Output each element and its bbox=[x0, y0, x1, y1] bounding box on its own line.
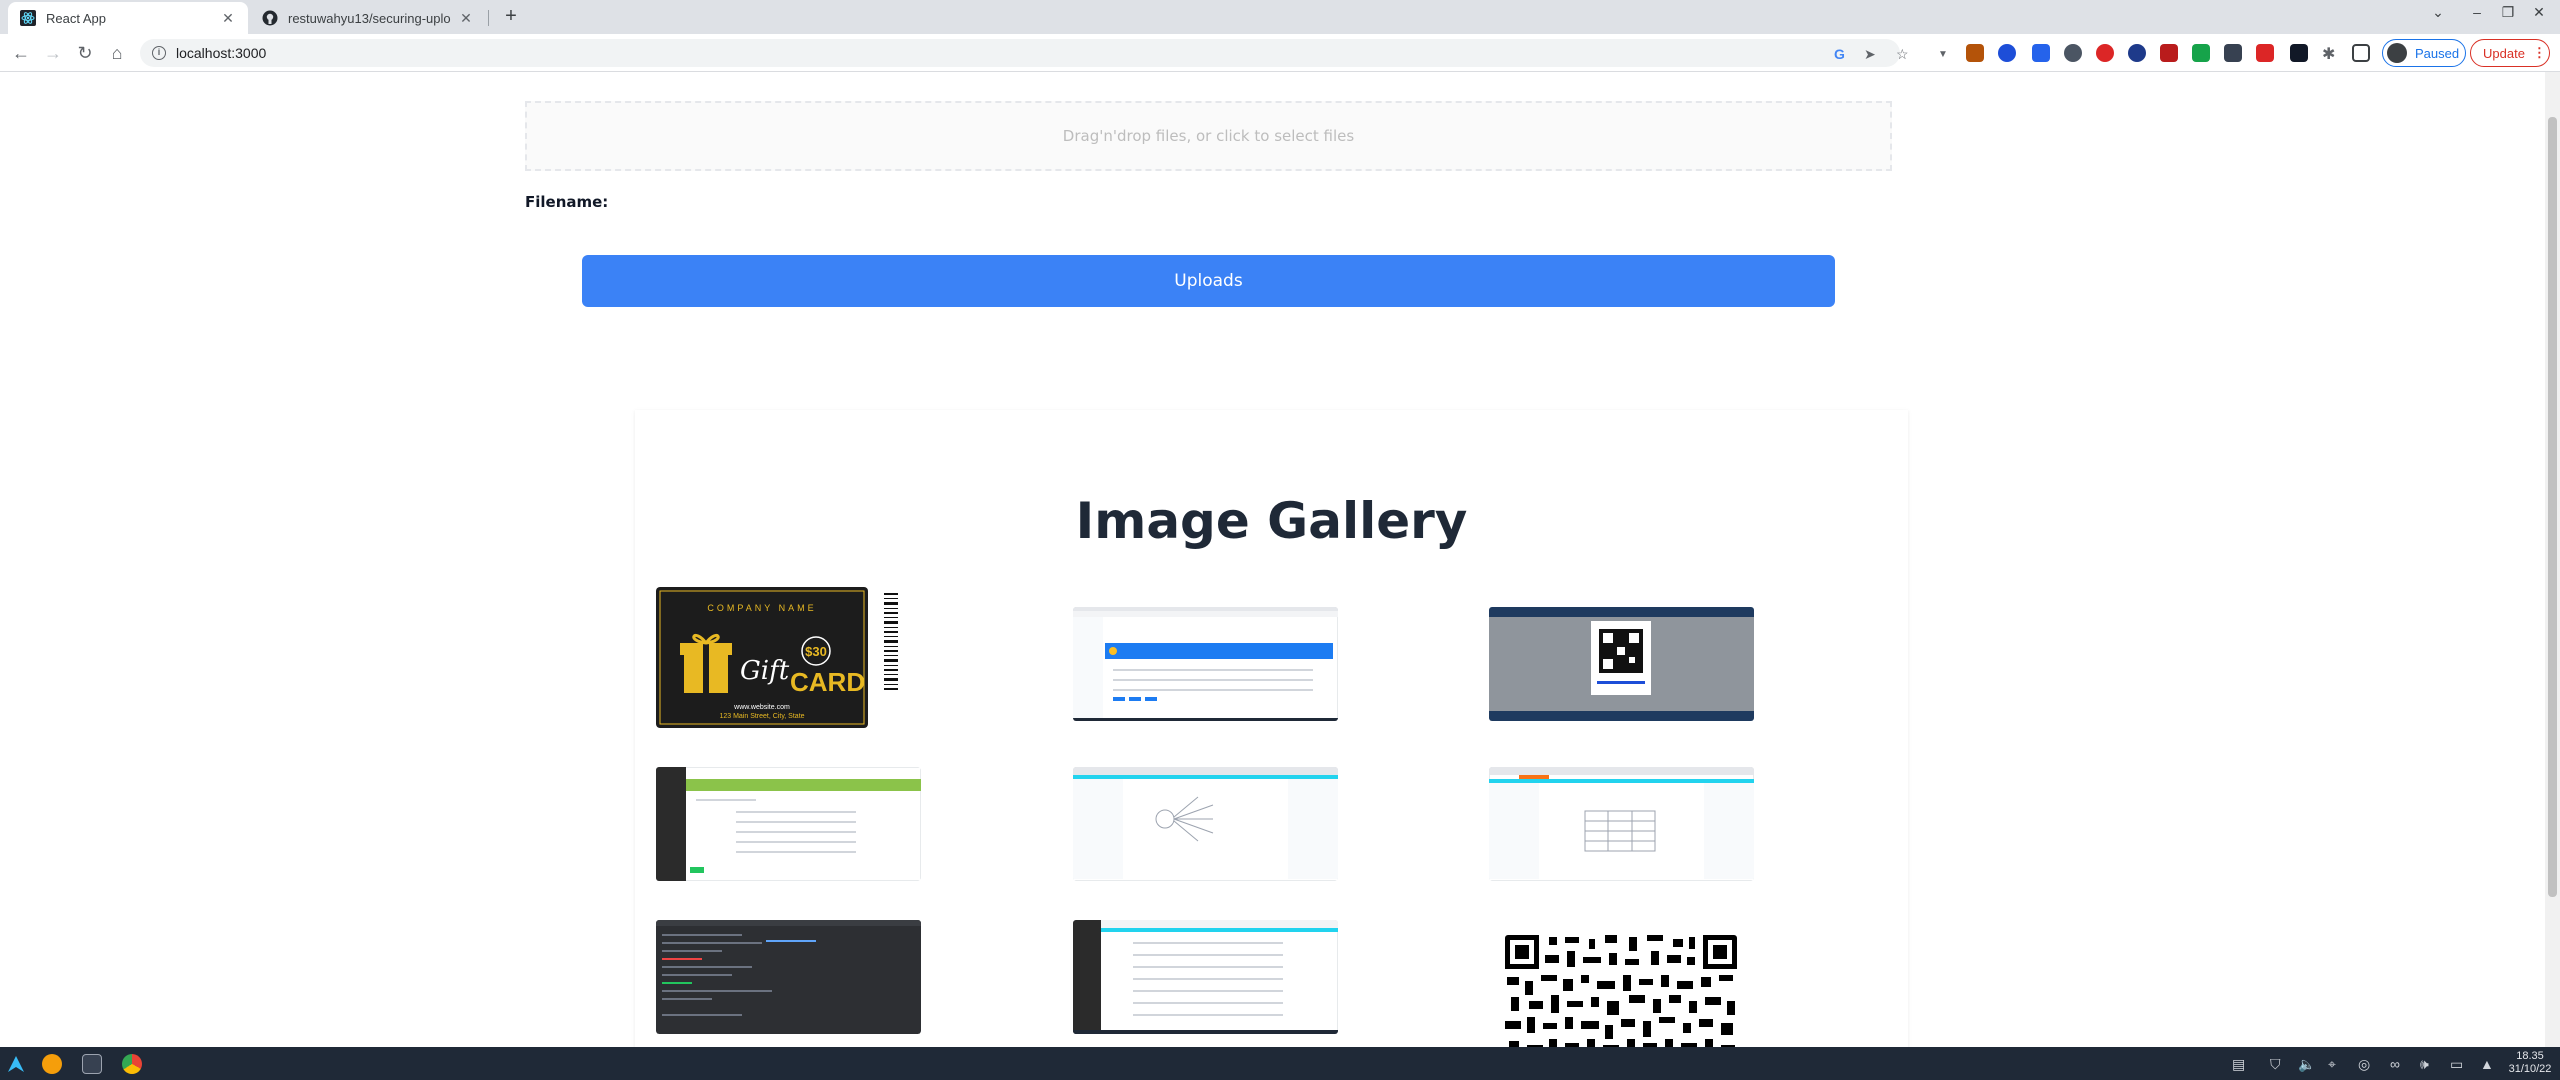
forward-icon[interactable]: → bbox=[40, 40, 66, 66]
scrollbar-thumb[interactable] bbox=[2548, 117, 2557, 897]
clock-time: 18.35 bbox=[2516, 1050, 2544, 1062]
reload-icon[interactable]: ↻ bbox=[72, 40, 98, 66]
location-icon[interactable]: ⌖ bbox=[2328, 1056, 2336, 1073]
close-icon[interactable]: ✕ bbox=[220, 10, 236, 27]
tab-github[interactable]: restuwahyu13/securing-uplo ✕ bbox=[250, 2, 486, 34]
gift-card-website-text: www.website.com bbox=[733, 704, 790, 711]
gallery-image-dashboard-screenshot[interactable] bbox=[1073, 607, 1338, 721]
tray-expand-icon[interactable]: ▲ bbox=[2480, 1056, 2494, 1072]
gift-card-card-text: CARD bbox=[790, 667, 865, 697]
gift-card-amount-text: $30 bbox=[805, 644, 827, 659]
tab-react-app[interactable]: React App ✕ bbox=[8, 2, 248, 34]
extension-icon[interactable] bbox=[1998, 44, 2016, 62]
clipboard-icon[interactable]: ▤ bbox=[2232, 1056, 2245, 1073]
dropdown-icon[interactable]: ▼ bbox=[1938, 49, 1948, 60]
tab-search-icon[interactable]: ⌄ bbox=[2424, 4, 2452, 21]
terminal-icon[interactable] bbox=[82, 1054, 102, 1074]
profile-button[interactable]: Paused bbox=[2382, 39, 2466, 67]
react-favicon-icon bbox=[20, 10, 36, 26]
address-bar[interactable]: i localhost:3000 bbox=[140, 39, 1900, 67]
browser-toolbar: ← → ↻ ⌂ i localhost:3000 G ➤ ☆ ▼ ✱ Pause… bbox=[0, 34, 2560, 72]
gallery-image-diagram-screenshot[interactable] bbox=[1073, 767, 1338, 881]
gallery-image-gift-card[interactable]: COMPANY NAME Gift $30 CARD www.website.c… bbox=[656, 587, 912, 728]
page-scrollbar[interactable] bbox=[2545, 72, 2560, 1047]
upload-button-label: Uploads bbox=[1174, 271, 1243, 291]
extension-icon[interactable] bbox=[2096, 44, 2114, 62]
extension-icon[interactable] bbox=[2032, 44, 2050, 62]
tab-separator bbox=[488, 10, 489, 26]
more-menu-icon: ⋮ bbox=[2532, 45, 2546, 60]
tab-title: restuwahyu13/securing-uplo bbox=[288, 10, 451, 26]
extension-icon[interactable] bbox=[2224, 44, 2242, 62]
firefox-icon[interactable] bbox=[42, 1054, 62, 1074]
google-icon[interactable]: G bbox=[1834, 46, 1845, 62]
update-label: Update bbox=[2483, 45, 2525, 61]
restore-icon[interactable]: ❐ bbox=[2494, 4, 2522, 21]
new-tab-icon[interactable]: + bbox=[500, 6, 522, 28]
extension-icon[interactable] bbox=[2256, 44, 2274, 62]
home-icon[interactable]: ⌂ bbox=[104, 40, 130, 66]
extension-icon[interactable] bbox=[2192, 44, 2210, 62]
gallery-image-qr-code[interactable] bbox=[1505, 935, 1737, 1047]
upload-button[interactable]: Uploads bbox=[582, 255, 1835, 307]
filename-label: Filename: bbox=[525, 193, 609, 211]
extension-icon[interactable] bbox=[1966, 44, 1984, 62]
display-icon[interactable]: ▭ bbox=[2450, 1056, 2463, 1073]
gallery-image-settings-screenshot[interactable] bbox=[1073, 920, 1338, 1034]
start-menu-icon[interactable] bbox=[6, 1054, 26, 1074]
send-icon[interactable]: ➤ bbox=[1864, 46, 1876, 63]
gallery-image-qr-screenshot[interactable] bbox=[1489, 607, 1754, 721]
file-dropzone[interactable]: Drag'n'drop files, or click to select fi… bbox=[525, 101, 1892, 171]
volume-icon[interactable]: 🕪 bbox=[2420, 1056, 2429, 1073]
chrome-icon[interactable] bbox=[122, 1054, 142, 1074]
bookmark-star-icon[interactable]: ☆ bbox=[1896, 46, 1909, 63]
page-content: Drag'n'drop files, or click to select fi… bbox=[0, 72, 2545, 1047]
tab-title: React App bbox=[46, 10, 106, 26]
extension-icon[interactable] bbox=[2290, 44, 2308, 62]
gallery-image-terminal-screenshot[interactable] bbox=[656, 920, 921, 1034]
extension-icon[interactable] bbox=[2128, 44, 2146, 62]
gallery-title: Image Gallery bbox=[1075, 492, 1468, 550]
link-icon[interactable]: ∞ bbox=[2390, 1056, 2400, 1072]
puzzle-extensions-icon[interactable]: ✱ bbox=[2322, 44, 2335, 64]
site-info-icon[interactable]: i bbox=[152, 46, 166, 60]
gift-card-address-text: 123 Main Street, City, State bbox=[719, 713, 804, 720]
os-taskbar: ▤ ⛉ 🔈 ⌖ ◎ ∞ 🕪 ▭ ▲ 18.35 31/10/22 bbox=[0, 1047, 2560, 1080]
gallery-image-table-screenshot[interactable] bbox=[1489, 767, 1754, 881]
clock-date: 31/10/22 bbox=[2508, 1063, 2552, 1075]
extension-icon[interactable] bbox=[2064, 44, 2082, 62]
extension-icon[interactable] bbox=[2160, 44, 2178, 62]
back-icon[interactable]: ← bbox=[8, 40, 34, 66]
volume-muted-icon[interactable]: 🔈 bbox=[2298, 1056, 2315, 1073]
shield-icon[interactable]: ⛉ bbox=[2270, 1056, 2281, 1073]
minimize-icon[interactable]: – bbox=[2463, 4, 2491, 20]
avatar bbox=[2387, 43, 2407, 63]
image-gallery: Image Gallery COMPANY NAME Gift $30 CARD… bbox=[635, 410, 1908, 1047]
profile-label: Paused bbox=[2415, 45, 2460, 61]
side-panel-icon[interactable] bbox=[2352, 44, 2370, 62]
update-button[interactable]: Update ⋮ bbox=[2470, 39, 2550, 67]
dropzone-text: Drag'n'drop files, or click to select fi… bbox=[1062, 127, 1355, 145]
taskbar-clock[interactable]: 18.35 31/10/22 bbox=[2504, 1050, 2556, 1076]
github-favicon-icon bbox=[262, 10, 278, 26]
close-icon[interactable]: ✕ bbox=[458, 10, 474, 27]
gift-card-gift-text: Gift bbox=[740, 656, 790, 686]
gift-card-company-text: COMPANY NAME bbox=[707, 603, 816, 613]
gallery-image-form-screenshot[interactable] bbox=[656, 767, 921, 881]
browser-tab-bar: React App ✕ restuwahyu13/securing-uplo ✕… bbox=[0, 0, 2560, 34]
whatsapp-icon[interactable]: ◎ bbox=[2358, 1056, 2370, 1073]
close-window-icon[interactable]: ✕ bbox=[2525, 4, 2553, 21]
address-text: localhost:3000 bbox=[176, 45, 267, 61]
